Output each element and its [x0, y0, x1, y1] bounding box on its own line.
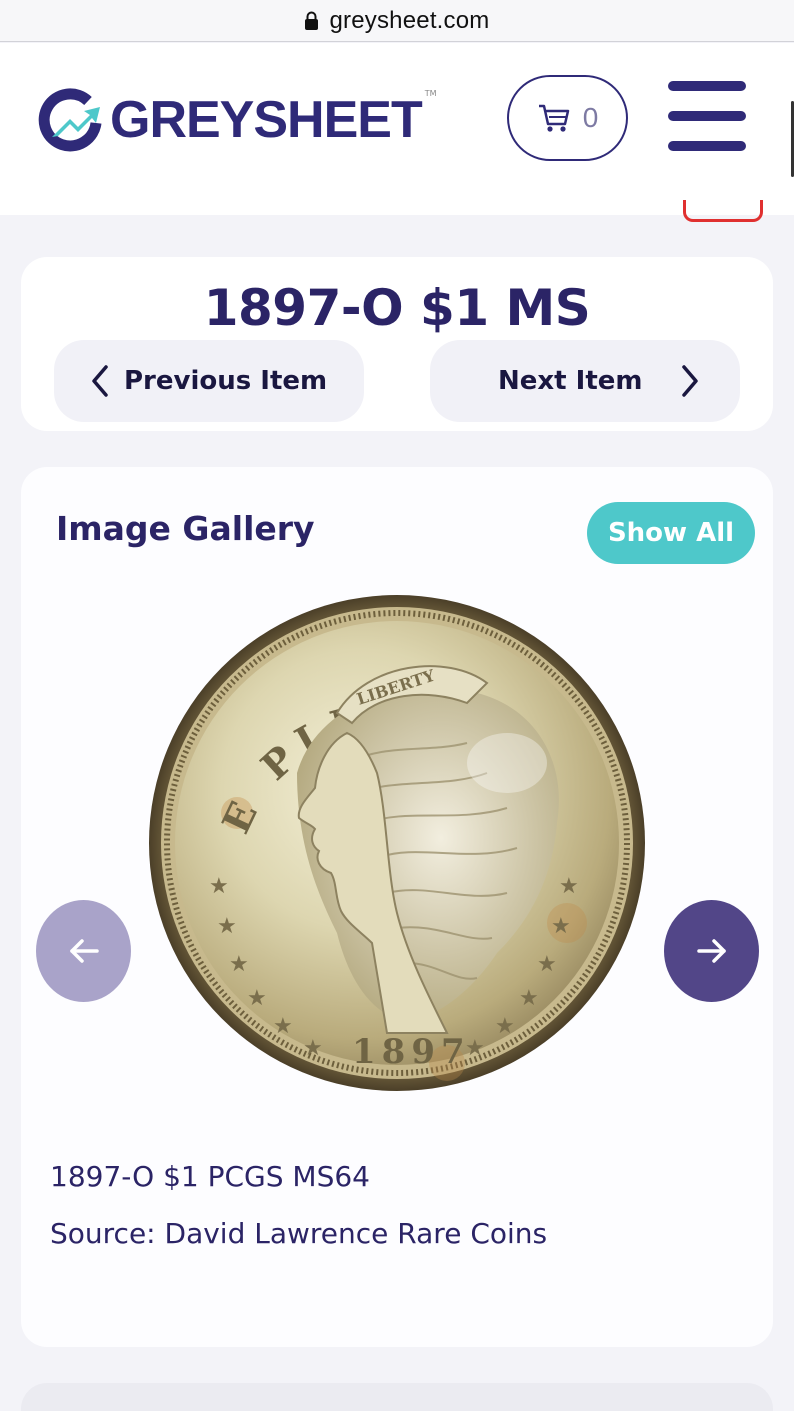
cart-button[interactable]: 0 — [507, 75, 628, 161]
svg-text:★: ★ — [229, 952, 249, 977]
next-section-card — [21, 1383, 773, 1411]
gallery-prev-button[interactable] — [36, 900, 131, 1002]
logo-text: GREYSHEET — [110, 91, 423, 149]
cart-count: 0 — [582, 102, 599, 133]
coin-image[interactable]: E PLURIBUS UNUM ★ ★ ★ ★ ★ ★ ★ ★ ★ ★ ★ ★ — [121, 557, 647, 1093]
svg-text:★: ★ — [537, 952, 557, 977]
svg-text:★: ★ — [247, 986, 267, 1011]
lock-icon — [304, 11, 319, 31]
svg-text:★: ★ — [519, 986, 539, 1011]
svg-text:1897: 1897 — [352, 1032, 471, 1072]
svg-text:★: ★ — [559, 874, 579, 899]
gallery-heading: Image Gallery — [56, 509, 315, 548]
image-gallery-card: Image Gallery Show All E PL ★ ★ ★ ★ ★ ★ … — [21, 467, 773, 1347]
arrow-left-icon — [69, 939, 99, 963]
svg-text:★: ★ — [209, 874, 229, 899]
next-item-label: Next Item — [498, 366, 643, 396]
browser-url-bar[interactable]: greysheet.com — [0, 0, 794, 42]
arrow-right-icon — [696, 939, 726, 963]
svg-text:★: ★ — [303, 1036, 323, 1061]
show-all-button[interactable]: Show All — [587, 502, 755, 564]
svg-text:★: ★ — [273, 1014, 293, 1039]
item-title: 1897-O $1 MS — [203, 279, 591, 337]
svg-text:★: ★ — [217, 914, 237, 939]
chevron-right-icon — [682, 365, 699, 397]
svg-text:★: ★ — [495, 1014, 515, 1039]
site-header: GREYSHEET TM 0 — [0, 43, 794, 215]
gallery-next-button[interactable] — [664, 900, 759, 1002]
svg-text:★: ★ — [551, 914, 571, 939]
greysheet-logo-mark-icon — [38, 88, 102, 152]
alert-tab — [683, 200, 763, 222]
previous-item-label: Previous Item — [124, 366, 328, 396]
chevron-left-icon — [92, 365, 108, 397]
image-caption: 1897-O $1 PCGS MS64 — [50, 1160, 370, 1193]
image-source: Source: David Lawrence Rare Coins — [50, 1217, 548, 1250]
greysheet-logo[interactable]: GREYSHEET TM — [38, 87, 437, 153]
logo-trademark: TM — [424, 89, 437, 98]
next-item-button[interactable]: Next Item — [430, 340, 740, 422]
previous-item-button[interactable]: Previous Item — [54, 340, 364, 422]
menu-hamburger-icon[interactable] — [668, 81, 746, 151]
url-text: greysheet.com — [329, 6, 490, 34]
cart-icon — [538, 104, 569, 132]
item-title-card: 1897-O $1 MS Previous Item Next Item — [21, 257, 773, 431]
